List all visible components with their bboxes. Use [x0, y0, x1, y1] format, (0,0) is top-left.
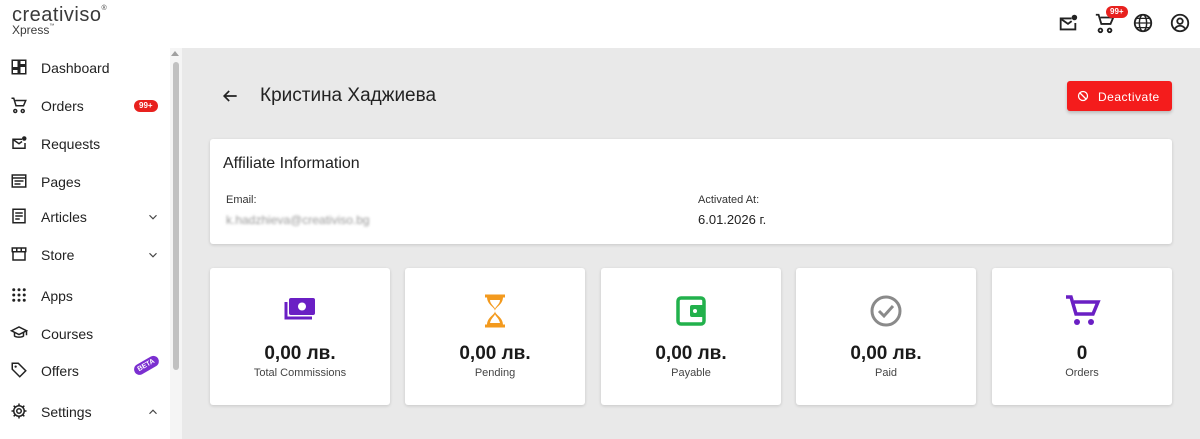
account-icon[interactable]	[1169, 12, 1193, 36]
globe-icon[interactable]	[1132, 12, 1156, 36]
stat-value: 0,00 лв.	[655, 343, 727, 364]
email-label: Email:	[226, 194, 257, 206]
sidebar-item-label: Courses	[41, 326, 94, 342]
tag-icon	[10, 361, 30, 381]
cart-icon	[10, 96, 30, 116]
wallet-icon	[672, 292, 710, 330]
stat-card-payable: 0,00 лв. Payable	[601, 268, 781, 405]
stat-label: Paid	[874, 367, 898, 379]
sidebar-item-label: Requests	[41, 136, 101, 152]
main-content: Кристина Хаджиева Deactivate Affiliate I…	[182, 48, 1200, 439]
chevron-down-icon[interactable]	[146, 248, 160, 262]
orders-badge: 99+	[134, 100, 158, 112]
stat-label: Orders	[1065, 367, 1099, 379]
sidebar-scrollbar-thumb[interactable]	[173, 62, 179, 370]
brand-name: creativiso®	[12, 4, 108, 26]
stat-card-orders: 0 Orders	[992, 268, 1172, 405]
mail-notification-icon[interactable]	[1057, 12, 1081, 36]
stat-value: 0,00 лв.	[264, 343, 336, 364]
hourglass-icon	[476, 292, 514, 330]
beta-badge: BETA	[132, 354, 161, 377]
cart-button[interactable]: 99+	[1094, 6, 1128, 36]
block-icon	[1077, 90, 1089, 102]
sidebar-item-label: Pages	[41, 174, 81, 190]
activated-at-value: 6.01.2026 г.	[698, 212, 767, 227]
scroll-up-arrow-icon[interactable]	[171, 51, 179, 56]
sidebar-item-orders[interactable]: Orders 99+	[0, 88, 170, 124]
store-icon	[10, 245, 30, 265]
sidebar-item-label: Apps	[41, 288, 73, 304]
sidebar-item-store[interactable]: Store	[0, 237, 170, 273]
sidebar-item-label: Orders	[41, 98, 84, 114]
articles-icon	[10, 207, 30, 227]
gear-icon	[10, 402, 30, 422]
stat-card-paid: 0,00 лв. Paid	[796, 268, 976, 405]
activated-at-label: Activated At:	[698, 194, 760, 206]
affiliate-info-card: Affiliate Information Email: k.hadzhieva…	[210, 139, 1172, 244]
sidebar-item-apps[interactable]: Apps	[0, 278, 170, 314]
sidebar-item-courses[interactable]: Courses	[0, 316, 170, 352]
stat-label: Total Commissions	[253, 367, 347, 379]
sidebar-item-dashboard[interactable]: Dashboard	[0, 50, 170, 86]
school-icon	[10, 324, 30, 344]
page-title: Кристина Хаджиева	[260, 85, 437, 106]
cart-badge: 99+	[1106, 6, 1128, 18]
sidebar-item-label: Dashboard	[41, 60, 110, 76]
logo[interactable]: creativiso® Xpress™	[12, 5, 107, 36]
sidebar-item-requests[interactable]: Requests	[0, 126, 170, 162]
sidebar-item-label: Store	[41, 247, 75, 263]
deactivate-button[interactable]: Deactivate	[1067, 81, 1172, 111]
cart-icon	[1063, 292, 1101, 330]
stat-label: Payable	[671, 367, 711, 379]
apps-grid-icon	[10, 286, 30, 306]
money-icon	[281, 292, 319, 330]
stat-card-total-commissions: 0,00 лв. Total Commissions	[210, 268, 390, 405]
stat-label: Pending	[474, 367, 516, 379]
sidebar-item-articles[interactable]: Articles	[0, 199, 170, 235]
sidebar-item-label: Settings	[41, 404, 92, 420]
back-arrow-icon[interactable]	[220, 86, 240, 106]
stat-value: 0,00 лв.	[850, 343, 922, 364]
pages-icon	[10, 172, 30, 192]
sidebar-item-label: Articles	[41, 209, 87, 225]
sidebar-item-offers[interactable]: Offers BETA	[0, 353, 170, 389]
top-bar: creativiso® Xpress™ 99+	[0, 0, 1200, 48]
affiliate-info-title: Affiliate Information	[223, 155, 360, 172]
chevron-up-icon[interactable]	[146, 405, 160, 419]
sidebar-item-pages[interactable]: Pages	[0, 164, 170, 200]
chevron-down-icon[interactable]	[146, 210, 160, 224]
stat-card-pending: 0,00 лв. Pending	[405, 268, 585, 405]
sidebar-item-settings[interactable]: Settings	[0, 394, 170, 430]
stat-value: 0,00 лв.	[459, 343, 531, 364]
sidebar: Dashboard Orders 99+ Requests Pages Arti…	[0, 48, 182, 439]
deactivate-label: Deactivate	[1098, 90, 1160, 104]
sidebar-item-label: Offers	[41, 363, 79, 379]
stat-value: 0	[1076, 343, 1088, 364]
dashboard-icon	[10, 58, 30, 78]
email-value: k.hadzhieva@creativiso.bg	[226, 213, 370, 227]
check-circle-icon	[867, 292, 905, 330]
mail-icon	[10, 134, 30, 154]
